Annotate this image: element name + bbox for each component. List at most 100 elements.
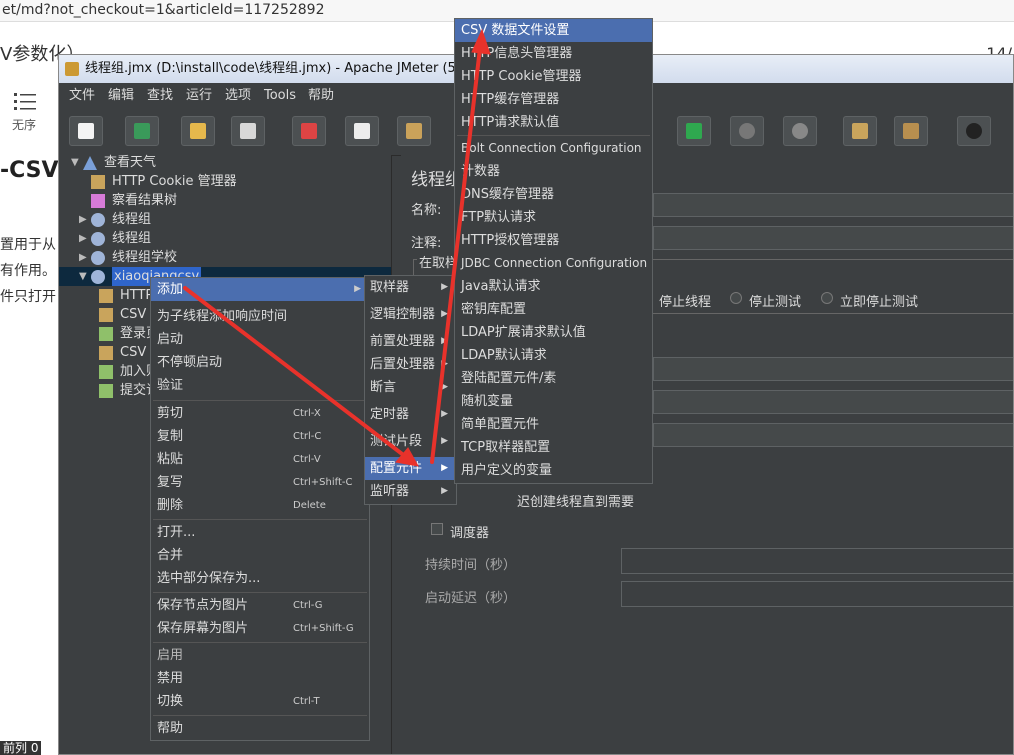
config-item[interactable]: 登陆配置元件/素: [455, 367, 652, 390]
duration-input[interactable]: [621, 548, 1013, 574]
radio-stop-now[interactable]: [821, 292, 833, 304]
name-input[interactable]: [653, 193, 1013, 217]
config-item[interactable]: HTTP授权管理器: [455, 229, 652, 252]
tree-item-thread-group[interactable]: ▶ 线程组: [59, 210, 391, 229]
tree-expand-icon[interactable]: ▼: [71, 153, 79, 172]
threads-input[interactable]: [653, 357, 1013, 381]
config-item[interactable]: HTTP信息头管理器: [455, 42, 652, 65]
cut-button[interactable]: [292, 116, 326, 146]
search-button[interactable]: [957, 116, 991, 146]
start-no-pause-button[interactable]: [677, 116, 711, 146]
radio-stop-test-label[interactable]: 停止测试: [749, 291, 801, 310]
tree-item-results-tree[interactable]: 察看结果树: [59, 191, 391, 210]
menu-item-label: 保存屏幕为图片: [157, 621, 249, 636]
context-menu-item[interactable]: 切换 Ctrl-T: [151, 690, 369, 713]
config-item[interactable]: DNS缓存管理器: [455, 183, 652, 206]
radio-stop-thread-label[interactable]: 停止线程: [659, 291, 711, 310]
ramp-up-input[interactable]: [653, 390, 1013, 414]
menu-separator: [153, 400, 367, 401]
context-menu-item[interactable]: 打开...: [151, 521, 369, 544]
context-menu-item[interactable]: 为子线程添加响应时间: [151, 305, 369, 328]
tree-item-thread-group[interactable]: ▶ 线程组: [59, 229, 391, 248]
config-item-csv-data-set[interactable]: CSV 数据文件设置: [455, 19, 652, 42]
context-menu-add[interactable]: 添加 ▶: [151, 278, 369, 301]
menu-edit[interactable]: 编辑: [108, 83, 134, 109]
context-menu-item[interactable]: 复制 Ctrl-C: [151, 425, 369, 448]
submenu-item-post-processors[interactable]: 后置处理器 ▶: [365, 353, 456, 376]
config-item[interactable]: 简单配置元件: [455, 413, 652, 436]
radio-stop-now-label[interactable]: 立即停止测试: [840, 291, 918, 310]
config-item[interactable]: FTP默认请求: [455, 206, 652, 229]
config-item[interactable]: 随机变量: [455, 390, 652, 413]
scheduler-checkbox[interactable]: [431, 523, 443, 535]
context-menu-item[interactable]: 帮助: [151, 717, 369, 740]
startup-delay-input[interactable]: [621, 581, 1013, 607]
tree-collapse-icon[interactable]: ▶: [79, 248, 87, 267]
config-item[interactable]: JDBC Connection Configuration: [455, 252, 652, 275]
context-menu-item[interactable]: 粘贴 Ctrl-V: [151, 448, 369, 471]
context-menu-item[interactable]: 启用: [151, 644, 369, 667]
config-item[interactable]: 计数器: [455, 160, 652, 183]
config-item[interactable]: LDAP扩展请求默认值: [455, 321, 652, 344]
context-menu-item[interactable]: 合并: [151, 544, 369, 567]
context-menu-item[interactable]: 验证: [151, 374, 369, 397]
config-item[interactable]: Java默认请求: [455, 275, 652, 298]
config-item[interactable]: HTTP请求默认值: [455, 111, 652, 134]
submenu-item-samplers[interactable]: 取样器 ▶: [365, 276, 456, 299]
copy-button[interactable]: [345, 116, 379, 146]
context-menu-item[interactable]: 保存节点为图片 Ctrl-G: [151, 594, 369, 617]
menu-options[interactable]: 选项: [225, 83, 251, 109]
unordered-list-icon[interactable]: [14, 92, 40, 110]
submenu-arrow-icon: ▶: [354, 284, 361, 294]
submenu-item-listeners[interactable]: 监听器 ▶: [365, 480, 456, 503]
context-menu-item[interactable]: 保存屏幕为图片 Ctrl+Shift-G: [151, 617, 369, 640]
config-item[interactable]: HTTP缓存管理器: [455, 88, 652, 111]
tree-collapse-icon[interactable]: ▶: [79, 229, 87, 248]
menu-file[interactable]: 文件: [69, 83, 95, 109]
shutdown-button[interactable]: [783, 116, 817, 146]
submenu-item-assertions[interactable]: 断言 ▶: [365, 376, 456, 399]
new-button[interactable]: [69, 116, 103, 146]
submenu-item-timers[interactable]: 定时器 ▶: [365, 403, 456, 426]
menu-run[interactable]: 运行: [186, 83, 212, 109]
open-button[interactable]: [181, 116, 215, 146]
submenu-item-config-elements[interactable]: 配置元件 ▶: [365, 457, 456, 480]
clear-all-button[interactable]: [894, 116, 928, 146]
startup-delay-label: 启动延迟（秒）: [425, 591, 517, 606]
comment-input[interactable]: [653, 226, 1013, 250]
context-menu-item[interactable]: 剪切 Ctrl-X: [151, 402, 369, 425]
radio-stop-test[interactable]: [730, 292, 742, 304]
tree-collapse-icon[interactable]: ▶: [79, 210, 87, 229]
config-item[interactable]: Bolt Connection Configuration: [455, 137, 652, 160]
tree-item-test-plan[interactable]: ▼ 查看天气: [59, 153, 391, 172]
config-item[interactable]: LDAP默认请求: [455, 344, 652, 367]
loop-count-input[interactable]: [653, 423, 1013, 447]
context-menu-item[interactable]: 启动: [151, 328, 369, 351]
tree-expand-icon[interactable]: ▼: [79, 267, 87, 286]
tree-item-thread-group-school[interactable]: ▶ 线程组学校: [59, 248, 391, 267]
context-menu-item[interactable]: 删除 Delete: [151, 494, 369, 517]
menu-tools[interactable]: Tools: [264, 83, 296, 109]
delay-create-label[interactable]: 迟创建线程直到需要: [517, 491, 634, 510]
submenu-item-logic-controllers[interactable]: 逻辑控制器 ▶: [365, 303, 456, 326]
context-menu-item[interactable]: 复写 Ctrl+Shift-C: [151, 471, 369, 494]
context-menu-item[interactable]: 选中部分保存为...: [151, 567, 369, 590]
stop-button[interactable]: [730, 116, 764, 146]
menu-item-label: 选中部分保存为...: [157, 571, 261, 586]
context-menu-item[interactable]: 不停顿启动: [151, 351, 369, 374]
tree-item-cookie-manager[interactable]: HTTP Cookie 管理器: [59, 172, 391, 191]
config-item[interactable]: 用户定义的变量: [455, 459, 652, 482]
config-item[interactable]: HTTP Cookie管理器: [455, 65, 652, 88]
context-menu-item[interactable]: 禁用: [151, 667, 369, 690]
menu-search[interactable]: 查找: [147, 83, 173, 109]
templates-button[interactable]: [125, 116, 159, 146]
menu-help[interactable]: 帮助: [308, 83, 334, 109]
gear-icon: [91, 232, 105, 246]
config-item[interactable]: 密钥库配置: [455, 298, 652, 321]
submenu-item-pre-processors[interactable]: 前置处理器 ▶: [365, 330, 456, 353]
clear-button[interactable]: [843, 116, 877, 146]
submenu-item-test-fragment[interactable]: 测试片段 ▶: [365, 430, 456, 453]
save-button[interactable]: [231, 116, 265, 146]
paste-button[interactable]: [397, 116, 431, 146]
config-item[interactable]: TCP取样器配置: [455, 436, 652, 459]
